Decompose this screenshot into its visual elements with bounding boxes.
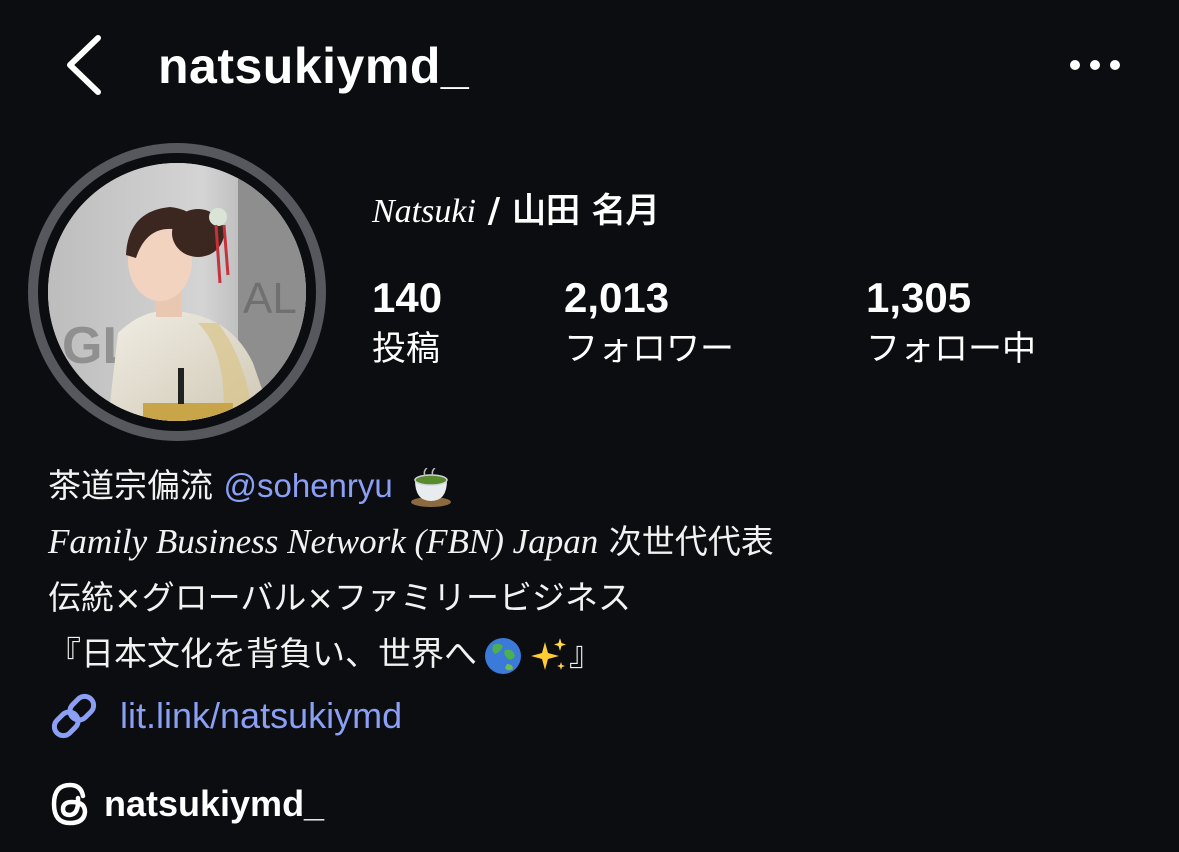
profile-photo-image: GLOB AL <box>48 163 306 421</box>
followers-label: フォロワー <box>564 329 734 369</box>
more-options-button[interactable] <box>1064 48 1126 82</box>
bio-line-4: 『日本文化を背負い、世界へ 』 <box>48 626 1148 682</box>
posts-label: 投稿 <box>372 329 440 369</box>
threads-icon <box>48 780 92 828</box>
avatar-photo: GLOB AL <box>48 163 306 421</box>
mention-link[interactable]: @sohenryu <box>224 467 393 504</box>
tea-cup-icon <box>409 467 453 508</box>
posts-count: 140 <box>372 274 443 321</box>
following-label: フォロー中 <box>866 329 1036 369</box>
chevron-left-icon <box>67 35 101 95</box>
posts-stat[interactable]: 140 投稿 <box>372 272 442 374</box>
link-icon <box>48 690 100 742</box>
threads-handle: natsukiymd_ <box>104 783 325 824</box>
followers-count: 2,013 <box>564 274 670 321</box>
bio: 茶道宗偏流 @sohenryu Family Business Network … <box>48 458 1148 682</box>
bio-line-4-text: 『日本文化を背負い、世界へ <box>48 634 477 673</box>
link-text: lit.link/natsukiymd <box>120 695 403 736</box>
followers-stat[interactable]: 2,013 フォロワー <box>564 272 734 374</box>
display-name: Natsuki / 山田 名月 <box>372 190 660 233</box>
bio-line-1: 茶道宗偏流 @sohenryu <box>48 458 1148 514</box>
bio-line-1-text: 茶道宗偏流 <box>48 466 224 505</box>
sparkles-icon <box>529 636 569 676</box>
threads-badge[interactable]: natsukiymd_ <box>48 780 324 828</box>
display-name-latin: Natsuki <box>372 193 476 230</box>
bio-line-2: Family Business Network (FBN) Japan 次世代代… <box>48 514 1148 570</box>
display-name-separator: / <box>475 191 512 231</box>
avatar[interactable]: GLOB AL <box>28 143 326 441</box>
external-link[interactable]: lit.link/natsukiymd <box>48 690 402 742</box>
display-name-japanese: 山田 名月 <box>512 191 660 231</box>
back-button[interactable] <box>58 30 118 100</box>
bio-line-3: 伝統×グローバル×ファミリービジネス <box>48 578 631 617</box>
globe-icon <box>483 636 523 676</box>
bio-line-2-jp: 次世代代表 <box>598 522 774 561</box>
ellipsis-icon <box>1070 60 1120 70</box>
bio-line-2-latin: Family Business Network (FBN) Japan <box>48 522 599 561</box>
following-stat[interactable]: 1,305 フォロー中 <box>866 272 1036 374</box>
profile-screen: natsukiymd_ AL Natsuki / 山田 名月 140 投稿 2,… <box>0 0 1179 852</box>
page-title: natsukiymd_ <box>158 38 470 94</box>
bio-line-4-end: 』 <box>569 634 602 673</box>
following-count: 1,305 <box>866 274 972 321</box>
svg-text:AL: AL <box>243 274 297 323</box>
